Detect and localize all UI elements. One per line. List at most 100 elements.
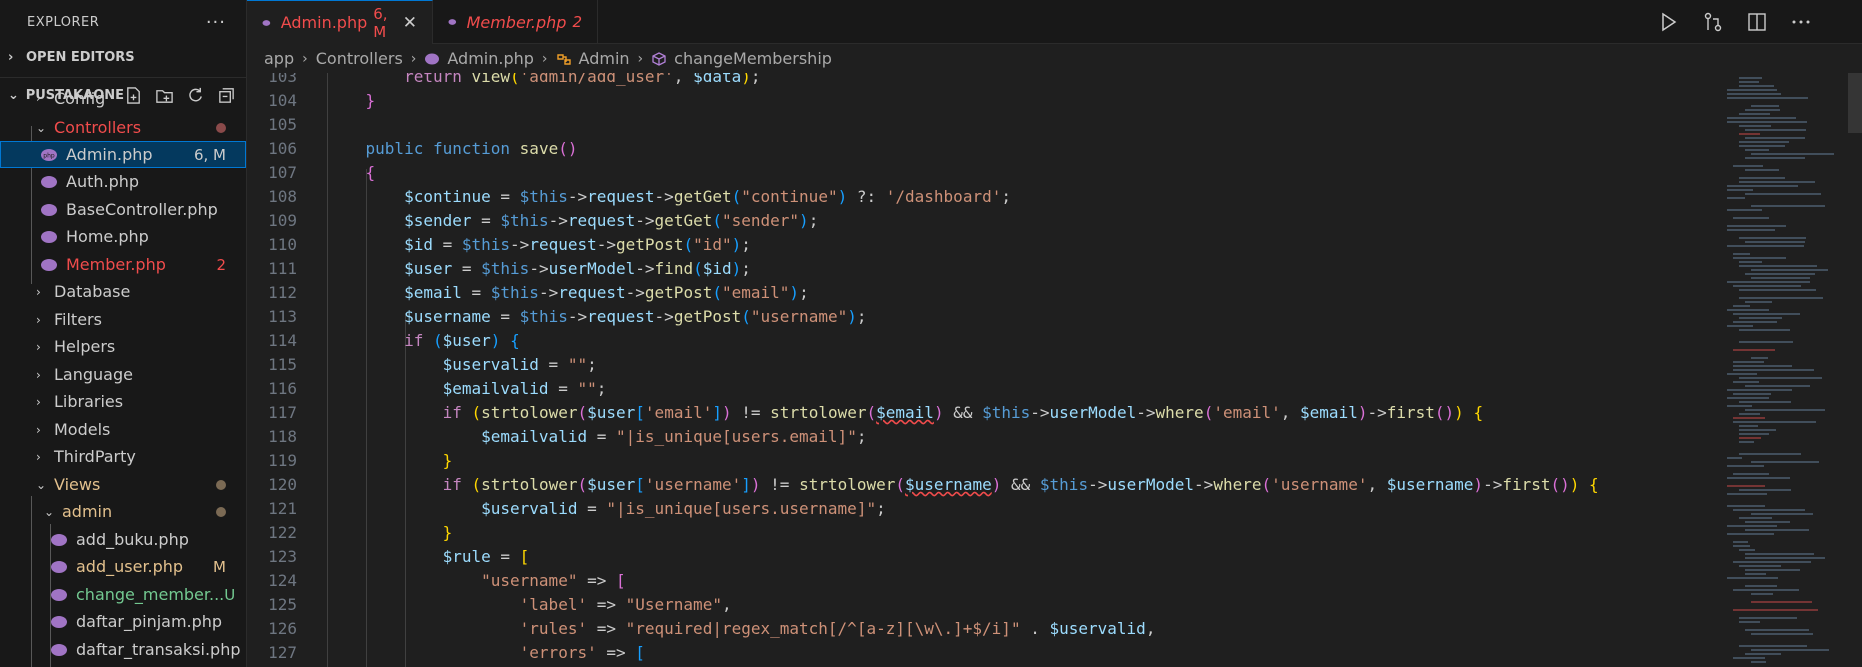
tree-item-config[interactable]: › Config	[0, 88, 246, 108]
minimap-line	[1739, 617, 1797, 619]
breadcrumb: app › Controllers › Admin.php › Admin › …	[247, 44, 832, 73]
minimap-line	[1739, 317, 1782, 319]
breadcrumb-item[interactable]: Admin.php	[447, 49, 534, 68]
code-text: 'rules' => "required|regex_match[/^[a-z]…	[519, 619, 1156, 638]
line-number: 116	[268, 379, 297, 398]
php-file-icon	[41, 175, 57, 188]
minimap-line	[1733, 589, 1799, 591]
code-text: if (strtolower($user['username']) != str…	[442, 475, 1599, 494]
minimap-line	[1733, 217, 1769, 219]
tree-item-add-user-php[interactable]: add_user.php M	[0, 553, 246, 580]
run-debug-icon[interactable]	[1658, 11, 1680, 33]
minimap-line	[1745, 109, 1780, 111]
breadcrumb-item[interactable]: changeMembership	[674, 49, 832, 68]
tree-item-auth-php[interactable]: Auth.php	[0, 168, 246, 195]
tree-item-member-php[interactable]: Member.php 2	[0, 251, 246, 278]
code-text: $emailvalid = "";	[442, 379, 607, 398]
minimap-line	[1727, 397, 1770, 399]
more-actions-icon[interactable]	[1790, 11, 1812, 33]
minimap-line	[1727, 229, 1776, 231]
code-text: $username = $this->request->getPost("use…	[404, 307, 867, 326]
line-number: 109	[268, 211, 297, 230]
open-changes-icon[interactable]	[1702, 11, 1724, 33]
minimap-line	[1727, 465, 1764, 467]
tree-item-admin-folder[interactable]: ⌄ admin	[0, 498, 246, 525]
breadcrumb-item[interactable]: Controllers	[316, 49, 403, 68]
split-editor-icon[interactable]	[1746, 11, 1768, 33]
minimap-line	[1739, 113, 1771, 115]
php-file-icon	[51, 560, 67, 573]
minimap-line	[1727, 185, 1798, 187]
minimap[interactable]	[1717, 73, 1862, 667]
code-text: $uservalid = "|is_unique[users.username]…	[481, 499, 886, 518]
tree-item-models[interactable]: › Models	[0, 416, 246, 443]
tree-item-daftar-transaksi-php[interactable]: daftar_transaksi.php	[0, 636, 246, 663]
explorer-title: EXPLORER	[27, 14, 100, 30]
code-text: $rule = [	[442, 547, 530, 566]
tree-item-controllers[interactable]: ⌄ Controllers	[0, 114, 246, 141]
close-icon[interactable]: ✕	[403, 13, 417, 33]
minimap-line	[1745, 585, 1778, 587]
tree-item-label: Models	[54, 420, 111, 439]
php-file-icon	[41, 230, 57, 243]
breadcrumb-item[interactable]: Admin	[579, 49, 630, 68]
minimap-line	[1745, 573, 1767, 575]
tree-item-filters[interactable]: › Filters	[0, 306, 246, 333]
minimap-line	[1727, 505, 1765, 507]
minimap-line	[1739, 453, 1801, 455]
minimap-line	[1727, 309, 1770, 311]
code-text: }	[365, 91, 376, 110]
minimap-line	[1751, 593, 1773, 595]
open-editors-section[interactable]: › OPEN EDITORS	[0, 44, 246, 71]
breadcrumb-item[interactable]: app	[264, 49, 294, 68]
tree-item-add-buku-php[interactable]: add_buku.php	[0, 526, 246, 553]
svg-text:php: php	[43, 152, 55, 159]
minimap-line	[1739, 77, 1763, 79]
chevron-down-icon: ⌄	[36, 120, 47, 135]
tree-item-language[interactable]: › Language	[0, 361, 246, 388]
minimap-line	[1727, 525, 1777, 527]
line-number: 126	[268, 619, 297, 638]
minimap-line	[1739, 565, 1781, 567]
more-actions-icon[interactable]: ···	[206, 12, 226, 33]
tab-member-php[interactable]: Member.php 2	[433, 0, 598, 44]
tree-item-label: daftar_transaksi.php	[76, 640, 241, 659]
tree-item-daftar-pinjam-php[interactable]: daftar_pinjam.php	[0, 608, 246, 635]
tree-item-change-membership-php[interactable]: change_member... U	[0, 581, 246, 608]
tree-item-home-php[interactable]: Home.php	[0, 223, 246, 250]
code-editor[interactable]: 103 return view('admin/add_user', $data)…	[247, 73, 1717, 667]
tree-item-thirdparty[interactable]: › ThirdParty	[0, 443, 246, 470]
line-number: 111	[268, 259, 297, 278]
minimap-line	[1739, 433, 1770, 435]
php-file-icon	[448, 19, 457, 25]
scrollbar-thumb[interactable]	[1848, 73, 1862, 133]
minimap-line	[1739, 341, 1793, 343]
tree-item-views[interactable]: ⌄ Views	[0, 471, 246, 498]
minimap-line	[1739, 517, 1772, 519]
minimap-line	[1727, 245, 1804, 247]
php-file-icon	[51, 588, 67, 601]
code-text: }	[442, 523, 453, 542]
minimap-line	[1733, 509, 1806, 511]
tree-item-admin-php[interactable]: php Admin.php 6, M	[0, 141, 246, 168]
tab-admin-php[interactable]: Admin.php 6, M ✕	[247, 0, 433, 44]
minimap-line	[1751, 649, 1829, 651]
minimap-line	[1751, 277, 1811, 279]
line-number: 123	[268, 547, 297, 566]
modified-dot	[216, 479, 226, 490]
chevron-down-icon: ⌄	[36, 477, 47, 492]
minimap-line	[1745, 409, 1825, 411]
chevron-right-icon: ›	[36, 422, 41, 437]
minimap-line	[1727, 97, 1808, 99]
minimap-line	[1739, 181, 1816, 183]
code-text: if ($user) {	[404, 331, 520, 350]
chevron-right-icon: ›	[410, 50, 417, 67]
tree-item-database[interactable]: › Database	[0, 278, 246, 305]
line-number: 122	[268, 523, 297, 542]
minimap-line	[1733, 321, 1778, 323]
minimap-line	[1739, 85, 1774, 87]
tree-item-basecontroller-php[interactable]: BaseController.php	[0, 196, 246, 223]
tree-item-libraries[interactable]: › Libraries	[0, 388, 246, 415]
minimap-line	[1733, 421, 1817, 423]
tree-item-helpers[interactable]: › Helpers	[0, 333, 246, 360]
